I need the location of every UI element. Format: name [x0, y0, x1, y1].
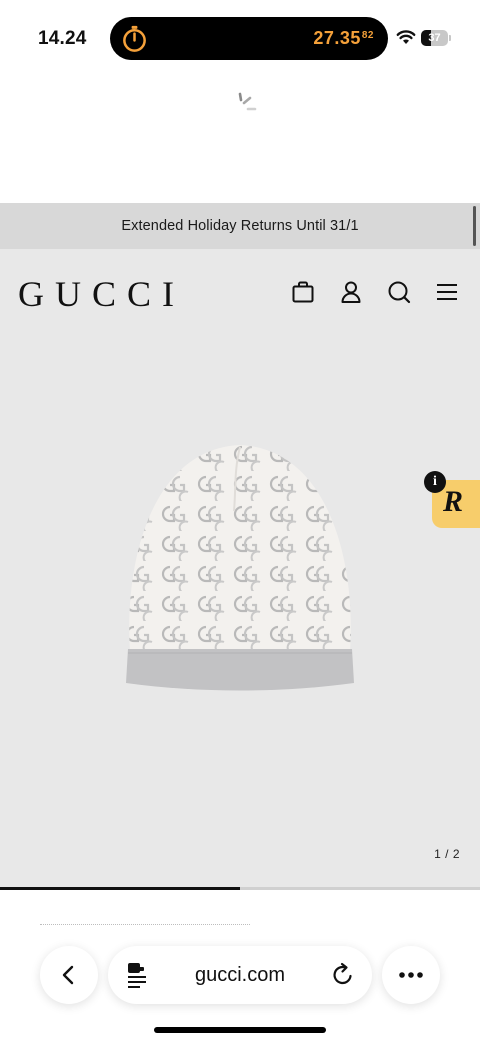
reward-widget-letter: R: [443, 485, 464, 518]
back-icon: [62, 965, 74, 985]
address-bar[interactable]: gucci.com: [108, 946, 372, 1004]
search-icon[interactable]: [386, 279, 412, 305]
timer-fraction: 82: [361, 30, 374, 41]
product-image-beanie[interactable]: [122, 441, 358, 693]
reload-icon[interactable]: [330, 962, 356, 988]
back-button[interactable]: [40, 946, 98, 1004]
shopping-bag-icon[interactable]: [290, 279, 316, 305]
menu-icon[interactable]: [434, 279, 460, 305]
loading-spinner-icon: [238, 92, 257, 111]
battery-indicator: 37: [421, 30, 451, 46]
account-icon[interactable]: [338, 279, 364, 305]
dynamic-island[interactable]: 27.3582: [110, 17, 388, 60]
scrollbar-thumb[interactable]: [473, 206, 476, 246]
wifi-icon: [396, 30, 416, 44]
battery-level: 37: [428, 32, 441, 44]
stopwatch-icon: [123, 25, 146, 52]
site-header: GUCCI: [0, 249, 480, 337]
faded-text-placeholder: [40, 924, 250, 928]
timer-main: 27.35: [313, 28, 361, 48]
more-button[interactable]: [382, 946, 440, 1004]
announcement-text: Extended Holiday Returns Until 31/1: [121, 218, 359, 234]
product-image-gallery[interactable]: 1 / 2: [0, 337, 480, 887]
timer-readout: 27.3582: [313, 28, 374, 49]
more-icon: [399, 972, 423, 978]
home-indicator[interactable]: [154, 1027, 326, 1033]
info-icon[interactable]: i: [424, 471, 446, 493]
status-time: 14.24: [38, 28, 87, 49]
status-bar: 14.24 27.3582 37: [0, 0, 480, 80]
gucci-logo[interactable]: GUCCI: [18, 273, 185, 315]
announcement-bar[interactable]: Extended Holiday Returns Until 31/1: [0, 203, 480, 249]
gallery-pager: 1 / 2: [434, 847, 460, 861]
